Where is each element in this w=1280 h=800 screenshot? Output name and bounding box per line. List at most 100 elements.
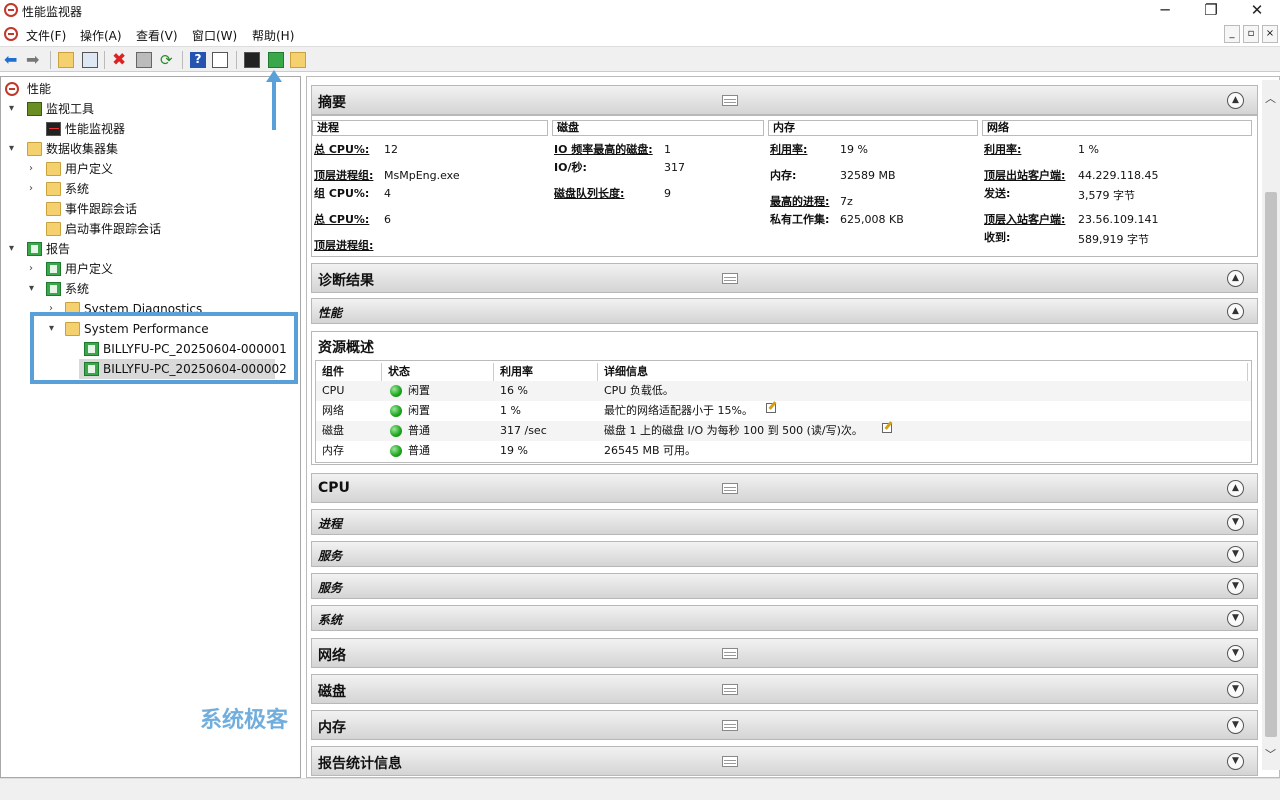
- table-icon[interactable]: [722, 95, 738, 106]
- help-icon[interactable]: ?: [190, 52, 206, 68]
- chevron-right-icon[interactable]: ›: [49, 299, 53, 313]
- chevron-down-icon[interactable]: ▾: [9, 99, 14, 119]
- section-network-header[interactable]: 网络 ▼: [311, 638, 1258, 668]
- table-icon[interactable]: [722, 756, 738, 767]
- chevron-down-icon[interactable]: ▾: [9, 239, 14, 259]
- delete-icon[interactable]: ✖: [112, 52, 128, 69]
- close-button[interactable]: ✕: [1234, 0, 1280, 22]
- mdi-minimize-button[interactable]: _: [1224, 25, 1240, 43]
- chevron-right-icon[interactable]: ›: [29, 259, 33, 279]
- print-icon[interactable]: [136, 52, 152, 68]
- collapse-icon[interactable]: ▲: [1227, 303, 1244, 320]
- tree-item-reports[interactable]: ▾ 报告: [5, 239, 295, 259]
- tree-label: 性能: [27, 82, 52, 96]
- mmc-icon[interactable]: [4, 27, 18, 41]
- summary-value: 23.56.109.141: [1078, 213, 1159, 226]
- menu-file[interactable]: 文件(F): [26, 27, 66, 44]
- toolbar-separator: [50, 51, 51, 69]
- show-hide-tree-icon[interactable]: [82, 52, 98, 68]
- section-summary-header[interactable]: 摘要 ▲: [311, 85, 1258, 115]
- summary-label[interactable]: 顶层进程组:: [314, 237, 373, 253]
- status-green-icon: [390, 425, 402, 437]
- summary-label[interactable]: 总 CPU%:: [314, 211, 369, 227]
- tree-item-data-collector-sets[interactable]: ▾ 数据收集器集: [5, 139, 295, 159]
- summary-label[interactable]: 利用率:: [770, 141, 807, 157]
- expand-icon[interactable]: ▼: [1227, 681, 1244, 698]
- tree-item-dcs-system[interactable]: › 系统: [5, 179, 295, 199]
- table-icon[interactable]: [722, 273, 738, 284]
- scroll-up-icon[interactable]: ︿: [1265, 90, 1276, 106]
- summary-label[interactable]: 顶层入站客户端:: [984, 211, 1065, 227]
- refresh-icon[interactable]: ⟳: [160, 52, 176, 68]
- mdi-restore-button[interactable]: ▫: [1243, 25, 1259, 43]
- summary-label[interactable]: 利用率:: [984, 141, 1021, 157]
- section-cpu-header[interactable]: CPU ▲: [311, 473, 1258, 503]
- section-performance-header[interactable]: 性能 ▲: [311, 298, 1258, 324]
- table-icon[interactable]: [722, 720, 738, 731]
- summary-label[interactable]: 顶层进程组:: [314, 167, 373, 183]
- forward-arrow-icon[interactable]: ➡: [26, 52, 42, 68]
- summary-label[interactable]: 磁盘队列长度:: [554, 185, 624, 201]
- back-arrow-icon[interactable]: ⬅: [4, 52, 20, 68]
- menu-window[interactable]: 窗口(W): [192, 27, 237, 44]
- maximize-button[interactable]: ❐: [1188, 0, 1234, 22]
- section-memory-header[interactable]: 内存 ▼: [311, 710, 1258, 740]
- summary-label[interactable]: 最高的进程:: [770, 193, 829, 209]
- reports-icon: [27, 242, 42, 256]
- section-service-1-header[interactable]: 服务 ▼: [311, 541, 1258, 567]
- open-folder-icon[interactable]: [290, 52, 306, 68]
- chevron-right-icon[interactable]: ›: [29, 159, 33, 179]
- chevron-right-icon[interactable]: ›: [29, 179, 33, 199]
- edit-icon[interactable]: [882, 423, 892, 433]
- section-process-header[interactable]: 进程 ▼: [311, 509, 1258, 535]
- menu-help[interactable]: 帮助(H): [252, 27, 294, 44]
- performance-monitor-icon[interactable]: [244, 52, 260, 68]
- section-report-stats-header[interactable]: 报告统计信息 ▼: [311, 746, 1258, 776]
- mdi-close-button[interactable]: ×: [1262, 25, 1278, 43]
- scroll-down-icon[interactable]: ﹀: [1265, 746, 1276, 762]
- expand-icon[interactable]: ▼: [1227, 753, 1244, 770]
- collapse-icon[interactable]: ▲: [1227, 270, 1244, 287]
- toolbar: ⬅ ➡ ✖ ⟳ ?: [0, 46, 1280, 72]
- up-folder-icon[interactable]: [58, 52, 74, 68]
- expand-icon[interactable]: ▼: [1227, 645, 1244, 662]
- section-service-2-header[interactable]: 服务 ▼: [311, 573, 1258, 599]
- expand-icon[interactable]: ▼: [1227, 514, 1244, 531]
- section-diagnostics-header[interactable]: 诊断结果 ▲: [311, 263, 1258, 293]
- table-icon[interactable]: [722, 483, 738, 494]
- cell-utilization: 1 %: [500, 404, 521, 417]
- section-disk-header[interactable]: 磁盘 ▼: [311, 674, 1258, 704]
- summary-label[interactable]: 总 CPU%:: [314, 141, 369, 157]
- collapse-icon[interactable]: ▲: [1227, 92, 1244, 109]
- tree-item-performance-monitor[interactable]: 性能监视器: [5, 119, 295, 139]
- minimize-button[interactable]: ─: [1142, 0, 1188, 22]
- expand-icon[interactable]: ▼: [1227, 546, 1244, 563]
- table-icon[interactable]: [722, 684, 738, 695]
- tree-item-performance[interactable]: 性能: [5, 79, 295, 99]
- collapse-icon[interactable]: ▲: [1227, 480, 1244, 497]
- report-icon[interactable]: [268, 52, 284, 68]
- scrollbar-thumb[interactable]: [1265, 192, 1277, 737]
- chevron-down-icon[interactable]: ▾: [9, 139, 14, 159]
- expand-icon[interactable]: ▼: [1227, 610, 1244, 627]
- properties-icon[interactable]: [212, 52, 228, 68]
- tree-item-event-trace-sessions[interactable]: 事件跟踪会话: [5, 199, 295, 219]
- tree-item-system-diagnostics[interactable]: › System Diagnostics: [5, 299, 295, 313]
- expand-icon[interactable]: ▼: [1227, 717, 1244, 734]
- tree-item-reports-system[interactable]: ▾ 系统: [5, 279, 295, 299]
- tree-item-reports-user-defined[interactable]: › 用户定义: [5, 259, 295, 279]
- tree-item-monitor-tools[interactable]: ▾ 监视工具: [5, 99, 295, 119]
- summary-label[interactable]: IO 频率最高的磁盘:: [554, 141, 653, 157]
- chevron-down-icon[interactable]: ▾: [29, 279, 34, 299]
- menu-action[interactable]: 操作(A): [80, 27, 122, 44]
- table-icon[interactable]: [722, 648, 738, 659]
- annotation-highlight-box: [30, 312, 298, 384]
- expand-icon[interactable]: ▼: [1227, 578, 1244, 595]
- tree-item-dcs-user-defined[interactable]: › 用户定义: [5, 159, 295, 179]
- menu-view[interactable]: 查看(V): [136, 27, 178, 44]
- section-system-header[interactable]: 系统 ▼: [311, 605, 1258, 631]
- summary-value: 625,008 KB: [840, 213, 904, 226]
- tree-item-startup-event-trace[interactable]: 启动事件跟踪会话: [5, 219, 295, 239]
- edit-icon[interactable]: [766, 403, 776, 413]
- summary-label[interactable]: 顶层出站客户端:: [984, 167, 1065, 183]
